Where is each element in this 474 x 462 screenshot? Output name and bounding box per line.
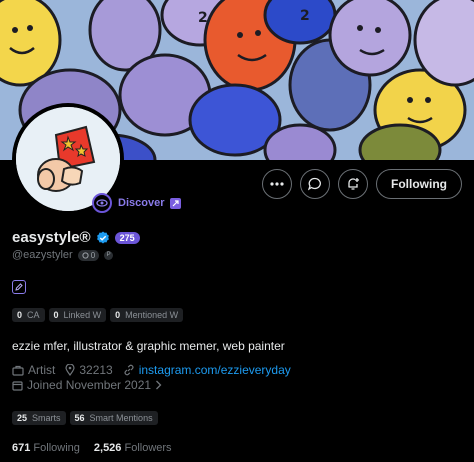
smart-num: 56 (74, 413, 85, 423)
message-bubble-icon (308, 177, 321, 191)
stat-label: Linked W (63, 310, 102, 320)
pencil-icon (15, 283, 23, 291)
handle-badge-count: 0 (90, 250, 96, 260)
location-pin-icon (65, 364, 75, 376)
more-horizontal-icon (270, 182, 284, 186)
discover-link[interactable]: Discover (92, 193, 182, 213)
chevron-right-icon (156, 380, 162, 390)
stat-label: Mentioned W (125, 310, 179, 320)
followers-num: 2,526 (93, 442, 122, 454)
handle: @eazystyler (12, 249, 73, 261)
score-badge[interactable]: 275 (114, 231, 140, 244)
following-button[interactable]: Following (376, 169, 462, 199)
display-name: easystyle® (12, 229, 91, 246)
smart-label: Smarts (32, 413, 61, 423)
location-label: 32213 (79, 363, 113, 377)
stat-chips: 0 CA 0 Linked W 0 Mentioned W (12, 308, 184, 322)
website-link[interactable]: instagram.com/ezzieveryday (139, 363, 291, 377)
following-label: Following (33, 442, 80, 454)
following-num: 671 (12, 442, 31, 454)
following-count[interactable]: 671 Following (12, 442, 80, 454)
stat-chip-ca[interactable]: 0 CA (12, 308, 45, 322)
handle-badge[interactable]: 0 (77, 249, 100, 261)
profile-actions: Following (262, 169, 462, 199)
stat-num: 0 (17, 310, 23, 320)
discover-label: Discover (118, 197, 165, 209)
external-arrow-icon (170, 197, 182, 209)
stat-chip-mentioned[interactable]: 0 Mentioned W (110, 308, 184, 322)
handle-row: @eazystyler 0 P (12, 249, 114, 261)
handle-badge-extra[interactable]: P (104, 250, 114, 260)
more-button[interactable] (262, 169, 292, 199)
stat-label: CA (27, 310, 40, 320)
stat-chip-linked[interactable]: 0 Linked W (48, 308, 107, 322)
message-button[interactable] (300, 169, 330, 199)
briefcase-icon (12, 365, 24, 376)
verified-badge-icon[interactable] (96, 231, 110, 245)
link-icon (124, 364, 134, 376)
follow-counts: 671 Following 2,526 Followers (12, 442, 172, 454)
profile-meta: Artist 32213 instagram.com/ezzieveryday (12, 363, 291, 377)
smart-chips: 25 Smarts 56 Smart Mentions (12, 411, 158, 425)
stat-num: 0 (53, 310, 59, 320)
location: 32213 (65, 363, 113, 377)
notify-button[interactable] (338, 169, 368, 199)
smart-label: Smart Mentions (89, 413, 153, 423)
bell-plus-icon (348, 178, 359, 190)
category-label: Artist (28, 363, 56, 377)
joined-label: Joined November 2021 (27, 378, 152, 392)
followers-count[interactable]: 2,526 Followers (94, 442, 172, 454)
stat-num: 0 (115, 310, 121, 320)
smart-mentions-chip[interactable]: 56 Smart Mentions (69, 411, 158, 425)
svg-text:2: 2 (198, 10, 208, 26)
followers-label: Followers (124, 442, 172, 454)
category: Artist (12, 363, 55, 377)
eye-icon (92, 193, 112, 213)
joined-row[interactable]: Joined November 2021 (12, 378, 162, 392)
svg-text:2: 2 (300, 8, 310, 24)
smarts-chip[interactable]: 25 Smarts (12, 411, 66, 425)
pencil-button[interactable] (12, 280, 26, 294)
name-row: easystyle® 275 (12, 229, 140, 246)
website[interactable]: instagram.com/ezzieveryday (123, 363, 291, 377)
calendar-icon (12, 380, 23, 391)
recycle-icon (82, 251, 89, 259)
smart-num: 25 (17, 413, 28, 423)
bio: ezzie mfer, illustrator & graphic memer,… (12, 339, 285, 353)
